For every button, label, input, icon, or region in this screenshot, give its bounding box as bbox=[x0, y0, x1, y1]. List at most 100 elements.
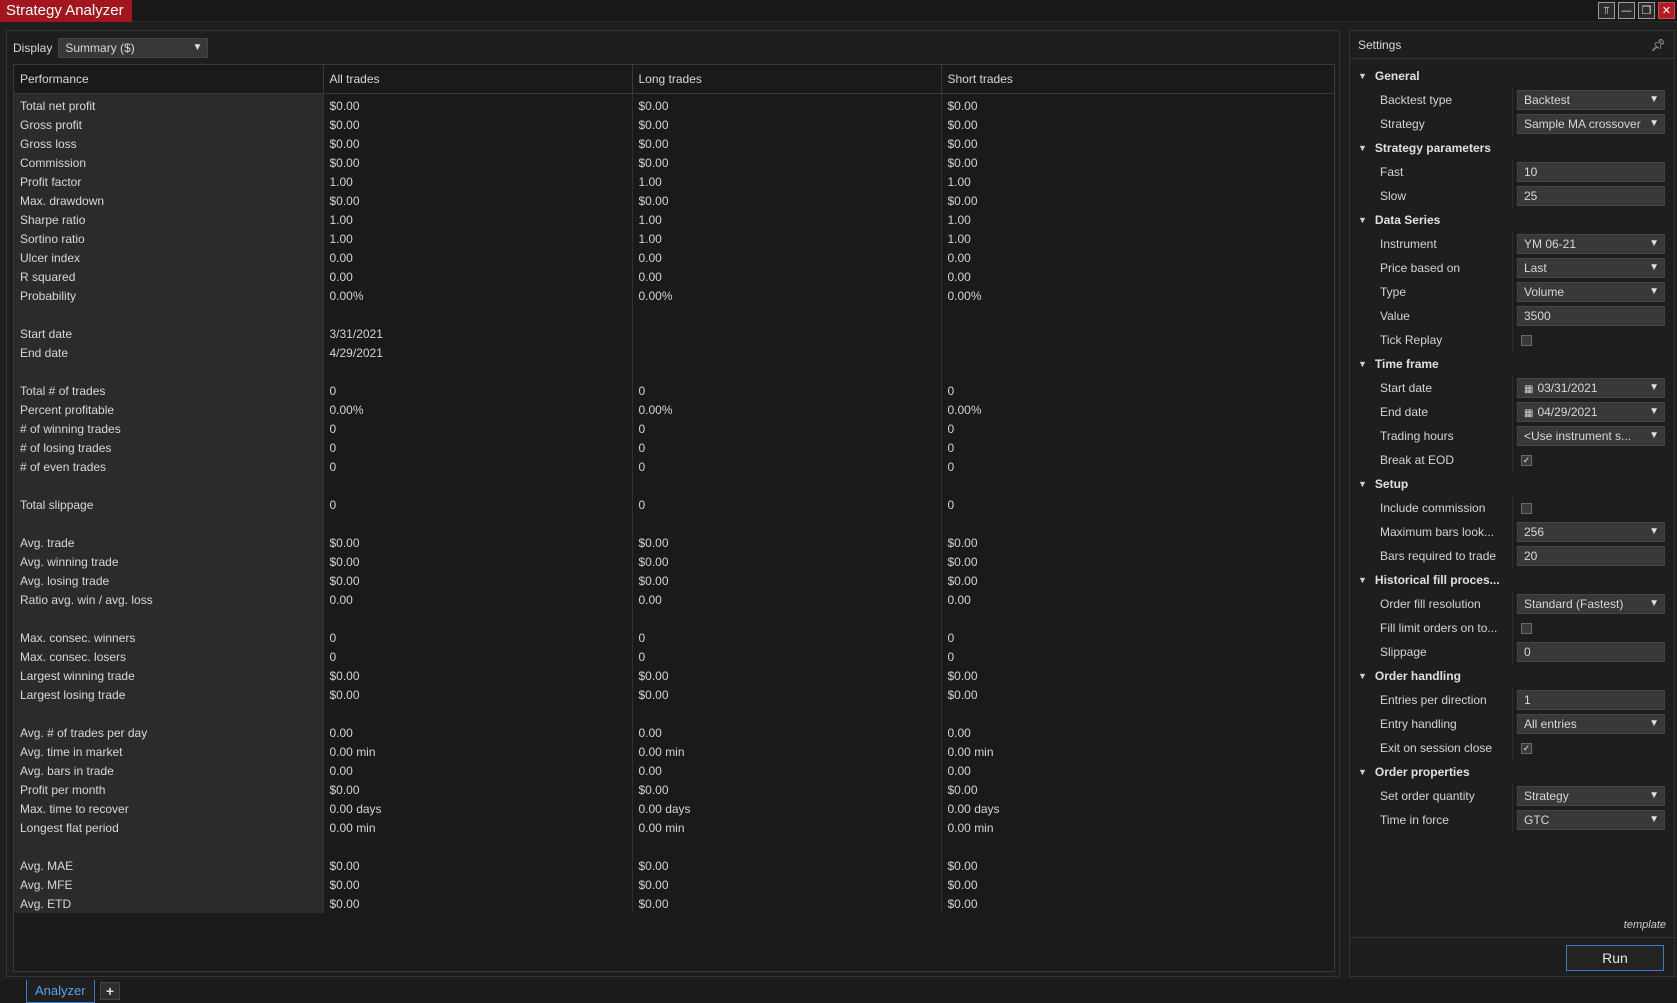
checkbox-checked[interactable]: ✓ bbox=[1521, 454, 1532, 466]
pin-icon[interactable]: 📌︎ bbox=[1651, 38, 1666, 52]
property-input[interactable]: 0 bbox=[1517, 642, 1665, 662]
column-header-short-trades[interactable]: Short trades bbox=[941, 65, 1334, 94]
display-select[interactable]: Summary ($) ▼ bbox=[58, 38, 209, 58]
table-row[interactable] bbox=[14, 305, 1334, 324]
template-link[interactable]: template bbox=[1624, 919, 1666, 931]
property-select[interactable]: Last ▼ bbox=[1517, 258, 1665, 278]
date-picker[interactable]: ▦ 04/29/2021 ▼ bbox=[1517, 402, 1665, 422]
table-row[interactable]: Avg. MFE $0.00 $0.00 $0.00 bbox=[14, 875, 1334, 894]
table-row[interactable]: Max. drawdown $0.00 $0.00 $0.00 bbox=[14, 191, 1334, 210]
table-row[interactable]: Sortino ratio 1.00 1.00 1.00 bbox=[14, 229, 1334, 248]
column-header-long-trades[interactable]: Long trades bbox=[632, 65, 942, 94]
table-row[interactable]: Avg. trade $0.00 $0.00 $0.00 bbox=[14, 533, 1334, 552]
table-row[interactable]: Max. consec. losers 0 0 0 bbox=[14, 647, 1334, 666]
table-row[interactable] bbox=[14, 704, 1334, 723]
table-row[interactable]: End date 4/29/2021 bbox=[14, 343, 1334, 362]
category-header[interactable]: ▼ Time frame bbox=[1350, 352, 1676, 376]
table-row[interactable]: Largest winning trade $0.00 $0.00 $0.00 bbox=[14, 666, 1334, 685]
minimize-icon[interactable]: — bbox=[1618, 2, 1635, 19]
table-row[interactable] bbox=[14, 476, 1334, 495]
table-row[interactable]: Total # of trades 0 0 0 bbox=[14, 381, 1334, 400]
table-row[interactable]: Ulcer index 0.00 0.00 0.00 bbox=[14, 248, 1334, 267]
table-row[interactable]: Profit factor 1.00 1.00 1.00 bbox=[14, 172, 1334, 191]
table-row[interactable]: Avg. ETD $0.00 $0.00 $0.00 bbox=[14, 894, 1334, 913]
table-row[interactable]: Gross loss $0.00 $0.00 $0.00 bbox=[14, 134, 1334, 153]
table-row[interactable]: Ratio avg. win / avg. loss 0.00 0.00 0.00 bbox=[14, 590, 1334, 609]
performance-grid[interactable]: Performance All trades Long trades Short… bbox=[13, 64, 1335, 972]
category-header[interactable]: ▼ Data Series bbox=[1350, 208, 1676, 232]
property-input[interactable]: 25 bbox=[1517, 186, 1665, 206]
property-select[interactable]: Sample MA crossover ▼ bbox=[1517, 114, 1665, 134]
table-row[interactable]: Max. consec. winners 0 0 0 bbox=[14, 628, 1334, 647]
run-button[interactable]: Run bbox=[1566, 945, 1664, 971]
table-row[interactable] bbox=[14, 362, 1334, 381]
table-row[interactable]: Percent profitable 0.00% 0.00% 0.00% bbox=[14, 400, 1334, 419]
expand-triangle-icon[interactable]: ▼ bbox=[1358, 479, 1367, 489]
table-row[interactable]: Profit per month $0.00 $0.00 $0.00 bbox=[14, 780, 1334, 799]
checkbox-unchecked[interactable] bbox=[1521, 502, 1532, 514]
category-header[interactable]: ▼ Order properties bbox=[1350, 760, 1676, 784]
table-row[interactable]: # of even trades 0 0 0 bbox=[14, 457, 1334, 476]
expand-triangle-icon[interactable]: ▼ bbox=[1358, 767, 1367, 777]
category-header[interactable]: ▼ Setup bbox=[1350, 472, 1676, 496]
table-row[interactable]: Gross profit $0.00 $0.00 $0.00 bbox=[14, 115, 1334, 134]
expand-triangle-icon[interactable]: ▼ bbox=[1358, 575, 1367, 585]
property-input[interactable]: 1 bbox=[1517, 690, 1665, 710]
checkbox-unchecked[interactable] bbox=[1521, 334, 1532, 346]
always-on-top-icon[interactable]: ⫪ bbox=[1598, 2, 1615, 19]
table-row[interactable]: # of losing trades 0 0 0 bbox=[14, 438, 1334, 457]
table-row[interactable]: Avg. # of trades per day 0.00 0.00 0.00 bbox=[14, 723, 1334, 742]
table-row[interactable]: R squared 0.00 0.00 0.00 bbox=[14, 267, 1334, 286]
column-header-performance[interactable]: Performance bbox=[14, 65, 324, 94]
date-picker[interactable]: ▦ 03/31/2021 ▼ bbox=[1517, 378, 1665, 398]
table-row[interactable]: Total slippage 0 0 0 bbox=[14, 495, 1334, 514]
property-input[interactable]: 10 bbox=[1517, 162, 1665, 182]
expand-triangle-icon[interactable]: ▼ bbox=[1358, 143, 1367, 153]
add-tab-button[interactable]: + bbox=[100, 982, 120, 1000]
column-header-all-trades[interactable]: All trades bbox=[323, 65, 633, 94]
property-select[interactable]: Backtest ▼ bbox=[1517, 90, 1665, 110]
expand-triangle-icon[interactable]: ▼ bbox=[1358, 671, 1367, 681]
table-row[interactable]: Commission $0.00 $0.00 $0.00 bbox=[14, 153, 1334, 172]
table-row[interactable]: # of winning trades 0 0 0 bbox=[14, 419, 1334, 438]
property-select[interactable]: <Use instrument s... ▼ bbox=[1517, 426, 1665, 446]
property-select[interactable]: Standard (Fastest) ▼ bbox=[1517, 594, 1665, 614]
property-select[interactable]: 256 ▼ bbox=[1517, 522, 1665, 542]
table-row[interactable]: Avg. bars in trade 0.00 0.00 0.00 bbox=[14, 761, 1334, 780]
table-row[interactable]: Max. time to recover 0.00 days 0.00 days 0.… bbox=[14, 799, 1334, 818]
expand-triangle-icon[interactable]: ▼ bbox=[1358, 71, 1367, 81]
property-input[interactable]: 20 bbox=[1517, 546, 1665, 566]
tab-analyzer[interactable]: Analyzer bbox=[26, 980, 95, 1003]
category-header[interactable]: ▼ General bbox=[1350, 64, 1676, 88]
category-header[interactable]: ▼ Order handling bbox=[1350, 664, 1676, 688]
table-row[interactable]: Total net profit $0.00 $0.00 $0.00 bbox=[14, 93, 1334, 115]
category-header[interactable]: ▼ Historical fill proces... bbox=[1350, 568, 1676, 592]
checkbox-unchecked[interactable] bbox=[1521, 622, 1532, 634]
close-icon[interactable]: ✕ bbox=[1658, 2, 1675, 19]
expand-triangle-icon[interactable]: ▼ bbox=[1358, 215, 1367, 225]
table-row[interactable]: Avg. winning trade $0.00 $0.00 $0.00 bbox=[14, 552, 1334, 571]
checkbox-checked[interactable]: ✓ bbox=[1521, 742, 1532, 754]
calendar-icon[interactable]: ▦ bbox=[1524, 384, 1533, 395]
table-row[interactable] bbox=[14, 837, 1334, 856]
table-row[interactable]: Largest losing trade $0.00 $0.00 $0.00 bbox=[14, 685, 1334, 704]
property-select[interactable]: Strategy ▼ bbox=[1517, 786, 1665, 806]
expand-triangle-icon[interactable]: ▼ bbox=[1358, 359, 1367, 369]
property-select[interactable]: Volume ▼ bbox=[1517, 282, 1665, 302]
table-row[interactable]: Avg. losing trade $0.00 $0.00 $0.00 bbox=[14, 571, 1334, 590]
table-row[interactable] bbox=[14, 609, 1334, 628]
calendar-icon[interactable]: ▦ bbox=[1524, 408, 1533, 419]
table-row[interactable]: Longest flat period 0.00 min 0.00 min 0.00 … bbox=[14, 818, 1334, 837]
table-row[interactable]: Avg. time in market 0.00 min 0.00 min 0.00 … bbox=[14, 742, 1334, 761]
table-row[interactable]: Sharpe ratio 1.00 1.00 1.00 bbox=[14, 210, 1334, 229]
restore-icon[interactable]: ❐ bbox=[1638, 2, 1655, 19]
property-input[interactable]: 3500 bbox=[1517, 306, 1665, 326]
property-select[interactable]: All entries ▼ bbox=[1517, 714, 1665, 734]
table-row[interactable]: Probability 0.00% 0.00% 0.00% bbox=[14, 286, 1334, 305]
table-row[interactable] bbox=[14, 514, 1334, 533]
property-select[interactable]: GTC ▼ bbox=[1517, 810, 1665, 830]
table-row[interactable]: Avg. MAE $0.00 $0.00 $0.00 bbox=[14, 856, 1334, 875]
table-row[interactable]: Start date 3/31/2021 bbox=[14, 324, 1334, 343]
property-select[interactable]: YM 06-21 ▼ bbox=[1517, 234, 1665, 254]
category-header[interactable]: ▼ Strategy parameters bbox=[1350, 136, 1676, 160]
